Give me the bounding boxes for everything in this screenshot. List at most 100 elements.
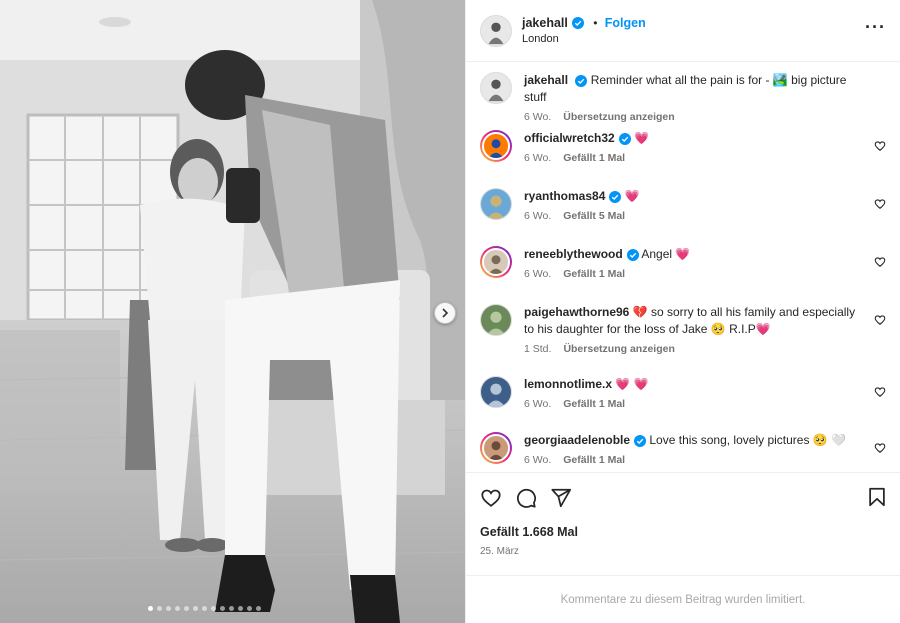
follow-button[interactable]: Folgen: [605, 16, 646, 30]
slide-dot: [202, 606, 207, 611]
comment-likes-button[interactable]: Gefällt 5 Mal: [563, 210, 625, 222]
slide-dot: [166, 606, 171, 611]
next-slide-button[interactable]: [434, 302, 456, 324]
slide-dot: [148, 606, 153, 611]
caption-avatar[interactable]: [480, 72, 512, 104]
verified-badge-icon: [626, 248, 639, 261]
slide-indicator: [148, 606, 261, 611]
comment-likes-button[interactable]: Gefällt 1 Mal: [563, 398, 625, 410]
story-ring[interactable]: [480, 130, 512, 162]
story-ring[interactable]: [480, 246, 512, 278]
comment-like-heart-icon[interactable]: [874, 442, 886, 454]
comment-like-heart-icon[interactable]: [874, 140, 886, 152]
verified-badge-icon: [618, 132, 631, 145]
comment-item: reneeblythewood Angel 💗 6 Wo. Gefällt 1 …: [480, 246, 886, 304]
commenter-username[interactable]: lemonnotlime.x: [524, 377, 612, 391]
action-bar: [466, 472, 900, 522]
author-avatar[interactable]: [480, 14, 512, 47]
send-icon[interactable]: [550, 487, 572, 509]
caption-time[interactable]: 6 Wo.: [524, 111, 551, 123]
comment-emoji: 💗: [755, 322, 771, 336]
heart-icon[interactable]: [480, 487, 502, 509]
more-options-icon[interactable]: ···: [865, 18, 886, 36]
slide-dot: [220, 606, 225, 611]
verified-badge-icon: [575, 74, 588, 87]
commenter-avatar[interactable]: [480, 376, 512, 408]
slide-dot: [256, 606, 261, 611]
photo-image: [0, 0, 465, 623]
post-location[interactable]: London: [522, 33, 646, 45]
commenter-avatar-image: [481, 305, 511, 335]
comment-item: ryanthomas84 💗 6 Wo. Gefällt 5 Mal: [480, 188, 886, 246]
comment-likes-button[interactable]: Gefällt 1 Mal: [563, 268, 625, 280]
comment-text: Love this song, lovely pictures: [649, 433, 810, 447]
comment-text: R.I.P: [729, 322, 756, 336]
author-avatar-image: [481, 15, 511, 46]
comment-time[interactable]: 6 Wo.: [524, 454, 551, 466]
comment-emoji: 🥺 🤍: [812, 433, 847, 447]
comment-item: georgiaadelenoble Love this song, lovely…: [480, 432, 886, 472]
comment-emoji: 🥺: [710, 322, 726, 336]
verified-badge-icon: [634, 434, 647, 447]
bookmark-icon[interactable]: [866, 486, 888, 508]
comment-icon[interactable]: [515, 487, 537, 509]
comment-item: officialwretch32 💗 6 Wo. Gefällt 1 Mal: [480, 130, 886, 188]
comment-emoji: 💗: [624, 189, 640, 203]
slide-dot: [238, 606, 243, 611]
comment-likes-button[interactable]: Gefällt 1 Mal: [563, 454, 625, 466]
post-date[interactable]: 25. März: [466, 546, 900, 557]
likes-count[interactable]: Gefällt 1.668 Mal: [466, 525, 900, 539]
commenter-username[interactable]: officialwretch32: [524, 131, 615, 145]
commenter-avatar-image: [481, 377, 511, 407]
commenter-username[interactable]: ryanthomas84: [524, 189, 605, 203]
comment-like-heart-icon[interactable]: [874, 314, 886, 326]
comment-time[interactable]: 6 Wo.: [524, 152, 551, 164]
commenter-username[interactable]: paigehawthorne96: [524, 305, 629, 319]
caption-username[interactable]: jakehall: [524, 73, 568, 87]
comment-time[interactable]: 6 Wo.: [524, 398, 551, 410]
comment-likes-button[interactable]: Übersetzung anzeigen: [563, 343, 674, 355]
caption-avatar-image: [481, 73, 511, 103]
slide-dot: [175, 606, 180, 611]
slide-dot: [247, 606, 252, 611]
comment-emoji: 💗: [634, 131, 649, 145]
commenter-avatar[interactable]: [480, 188, 512, 220]
commenter-avatar[interactable]: [482, 248, 510, 276]
post-detail-panel: jakehall • Folgen London ··· jakehall Re…: [465, 0, 900, 623]
comment-emoji: 💔: [632, 305, 648, 319]
comment-time[interactable]: 6 Wo.: [524, 268, 551, 280]
story-ring[interactable]: [480, 432, 512, 464]
commenter-avatar-image: [484, 436, 508, 460]
comment-text: Angel: [641, 247, 673, 261]
slide-dot: [184, 606, 189, 611]
slide-dot: [157, 606, 162, 611]
comment-like-heart-icon[interactable]: [874, 198, 886, 210]
separator-dot: •: [593, 16, 598, 30]
commenter-avatar-image: [481, 189, 511, 219]
commenter-avatar-image: [484, 250, 508, 274]
comment-like-heart-icon[interactable]: [874, 386, 886, 398]
verified-badge-icon: [571, 17, 584, 29]
comment-time[interactable]: 6 Wo.: [524, 210, 551, 222]
commenter-username[interactable]: reneeblythewood: [524, 247, 623, 261]
comment-item: paigehawthorne96 💔 so sorry to all his f…: [480, 304, 886, 376]
comment-likes-button[interactable]: Gefällt 1 Mal: [563, 152, 625, 164]
commenter-username[interactable]: georgiaadelenoble: [524, 433, 630, 447]
comment-time[interactable]: 1 Std.: [524, 343, 551, 355]
chevron-right-icon: [442, 308, 449, 318]
author-username[interactable]: jakehall: [522, 16, 584, 30]
caption-emoji: 🏞️: [772, 73, 788, 87]
post-photo[interactable]: [0, 0, 465, 623]
comment-like-heart-icon[interactable]: [874, 256, 886, 268]
comment-emoji: 💗 💗: [615, 377, 649, 391]
comments-limited-notice: Kommentare zu diesem Beitrag wurden limi…: [466, 575, 900, 623]
verified-badge-icon: [609, 190, 622, 203]
caption: jakehall Reminder what all the pain is f…: [480, 72, 886, 130]
commenter-avatar[interactable]: [480, 304, 512, 336]
slide-dot: [229, 606, 234, 611]
commenter-avatar[interactable]: [482, 434, 510, 462]
commenter-avatar[interactable]: [482, 132, 510, 160]
translate-button[interactable]: Übersetzung anzeigen: [563, 111, 674, 123]
commenter-avatar-image: [484, 134, 508, 158]
author-username-text: jakehall: [522, 16, 568, 30]
